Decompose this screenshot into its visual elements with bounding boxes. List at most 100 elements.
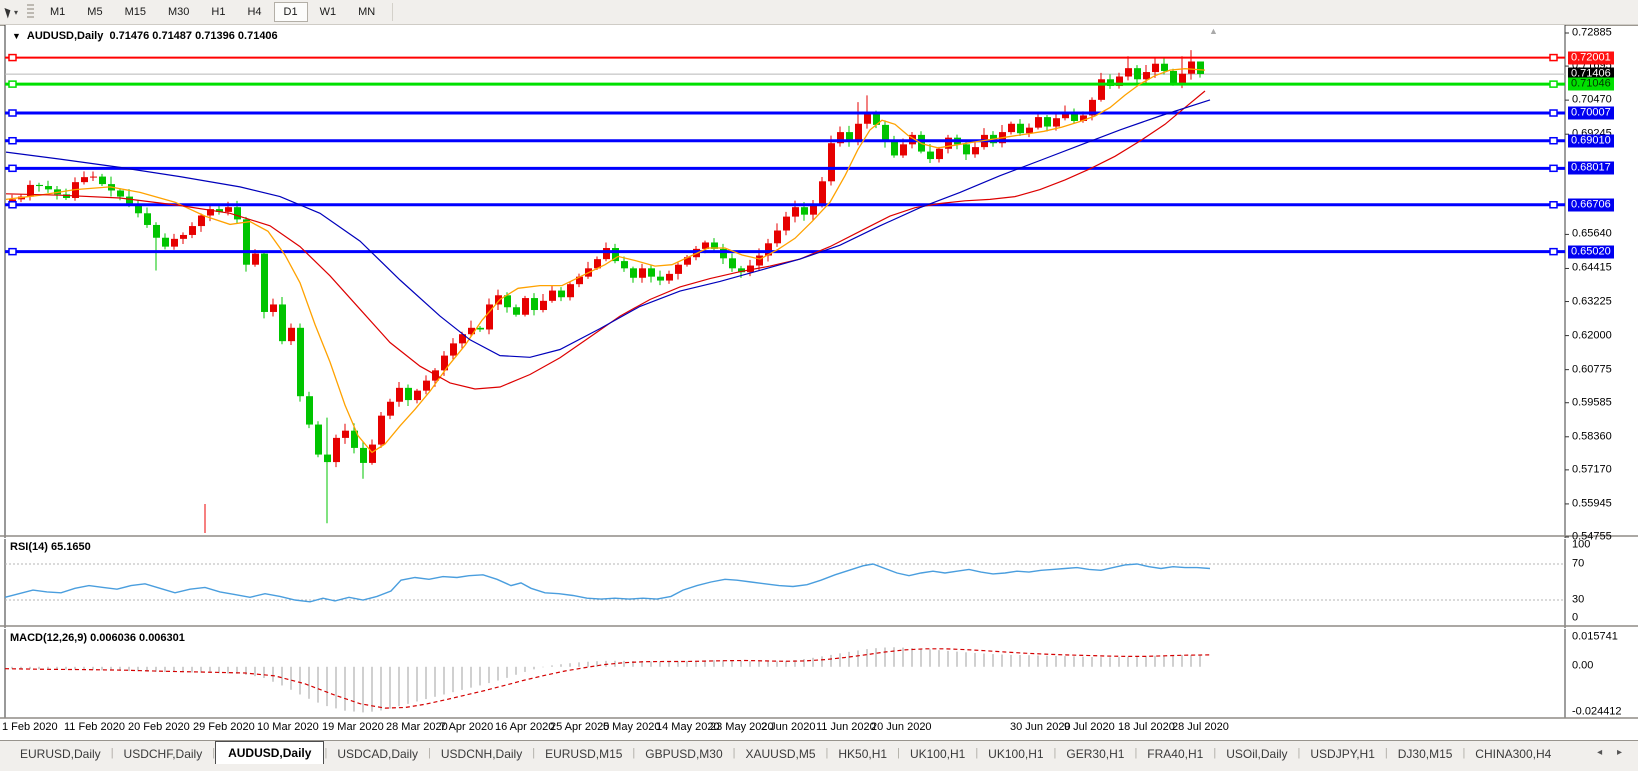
tab-ger30-h1[interactable]: GER30,H1 [1056, 743, 1134, 764]
tab-usdjpy-h1[interactable]: USDJPY,H1 [1300, 743, 1384, 764]
date-tick: 16 Apr 2020 [495, 721, 554, 733]
candle [162, 238, 169, 247]
date-tick: 10 Mar 2020 [257, 721, 319, 733]
price-tick-0.57170: 0.57170 [1572, 463, 1612, 476]
timeframe-button-M5[interactable]: M5 [77, 2, 112, 22]
tab-eurusd-daily[interactable]: EURUSD,Daily [10, 743, 111, 764]
candle [774, 231, 781, 244]
tab-scroll-arrows[interactable]: ◂ ▸ [1597, 747, 1628, 758]
tab-usdchf-daily[interactable]: USDCHF,Daily [114, 743, 213, 764]
candle [648, 268, 655, 276]
macd-indicator-label: MACD(12,26,9) 0.006036 0.006301 [10, 632, 185, 644]
date-tick: 29 Feb 2020 [193, 721, 255, 733]
tab-usdcnh-daily[interactable]: USDCNH,Daily [431, 743, 532, 764]
date-tick: 28 Mar 2020 [386, 721, 448, 733]
tab-xauusd-m5[interactable]: XAUUSD,M5 [736, 743, 826, 764]
date-tick: 30 Jun 2020 [1010, 721, 1071, 733]
candle [342, 431, 349, 438]
candle [198, 216, 205, 227]
candle [810, 205, 817, 214]
hline-handle[interactable] [1550, 81, 1557, 87]
indicator-tick-0.015741: 0.015741 [1572, 631, 1618, 644]
candle [621, 261, 628, 268]
hline-handle[interactable] [9, 138, 16, 144]
candle [801, 207, 808, 215]
candle [117, 190, 124, 196]
candle [360, 448, 367, 463]
timeframe-button-W1[interactable]: W1 [310, 2, 347, 22]
candle [369, 445, 376, 463]
tab-china300-h4[interactable]: CHINA300,H4 [1465, 743, 1561, 764]
hline-handle[interactable] [9, 165, 16, 171]
hline-handle[interactable] [9, 55, 16, 61]
chart-tab-bar: EURUSD,Daily|USDCHF,Daily|AUDUSD,Daily|U… [0, 740, 1638, 764]
hline-handle[interactable] [9, 249, 16, 255]
tab-usoil-daily[interactable]: USOil,Daily [1216, 743, 1297, 764]
timeframe-button-H4[interactable]: H4 [237, 2, 271, 22]
tab-hk50-h1[interactable]: HK50,H1 [828, 743, 897, 764]
tab-dj30-m15[interactable]: DJ30,M15 [1388, 743, 1463, 764]
candle [189, 226, 196, 235]
toolbar-separator [392, 3, 393, 21]
candle [288, 328, 295, 341]
hline-handle[interactable] [1550, 165, 1557, 171]
date-tick: 11 Feb 2020 [64, 721, 125, 733]
hline-handle[interactable] [1550, 110, 1557, 116]
candle [414, 391, 421, 400]
tab-uk100-h1[interactable]: UK100,H1 [978, 743, 1053, 764]
candle [819, 181, 826, 205]
hline-handle[interactable] [1550, 202, 1557, 208]
timeframe-button-M30[interactable]: M30 [158, 2, 199, 22]
candle [882, 125, 889, 142]
candle [1161, 64, 1168, 71]
timeframe-button-MN[interactable]: MN [348, 2, 385, 22]
timeframe-button-D1[interactable]: D1 [274, 2, 308, 22]
indicator-tick--0.024412: -0.024412 [1572, 706, 1622, 719]
tab-eurusd-m15[interactable]: EURUSD,M15 [535, 743, 632, 764]
price-tick-0.59585: 0.59585 [1572, 396, 1612, 409]
candle [261, 254, 268, 312]
date-tick: 11 Jun 2020 [816, 721, 876, 733]
candle [630, 268, 637, 277]
tab-usdcad-daily[interactable]: USDCAD,Daily [327, 743, 428, 764]
price-tick-0.65640: 0.65640 [1572, 228, 1612, 241]
date-tick: 20 Feb 2020 [128, 721, 190, 733]
candle [540, 301, 547, 310]
candle [1179, 74, 1186, 83]
hline-handle[interactable] [9, 81, 16, 87]
hline-handle[interactable] [1550, 249, 1557, 255]
candle [1197, 61, 1204, 74]
candle [1044, 117, 1051, 126]
hline-handle[interactable] [9, 202, 16, 208]
candle [423, 381, 430, 391]
timeframe-button-M15[interactable]: M15 [115, 2, 156, 22]
tab-audusd-daily[interactable]: AUDUSD,Daily [215, 741, 324, 764]
tab-uk100-h1[interactable]: UK100,H1 [900, 743, 975, 764]
candle [144, 213, 151, 225]
chart-cursor-tool-button[interactable]: ▾ [0, 2, 22, 22]
candle [1170, 71, 1177, 83]
hline-handle[interactable] [9, 110, 16, 116]
tab-fra40-h1[interactable]: FRA40,H1 [1137, 743, 1213, 764]
timeframe-button-group: M1M5M15M30H1H4D1W1MN [39, 2, 386, 22]
hline-handle[interactable] [1550, 55, 1557, 61]
timeframe-button-M1[interactable]: M1 [40, 2, 75, 22]
price-tag-0.65020: 0.65020 [1568, 245, 1614, 258]
hline-handle[interactable] [1550, 138, 1557, 144]
toolbar-grip [27, 4, 34, 20]
chart-canvas[interactable] [0, 25, 1638, 762]
candle [1008, 124, 1015, 132]
candle [297, 328, 304, 396]
tab-gbpusd-m30[interactable]: GBPUSD,M30 [635, 743, 732, 764]
price-tag-0.68017: 0.68017 [1568, 162, 1614, 175]
price-tag-0.69010: 0.69010 [1568, 134, 1614, 147]
candle [1098, 79, 1105, 100]
candle [171, 239, 178, 247]
chart-title: ▼AUDUSD,Daily 0.71476 0.71487 0.71396 0.… [12, 30, 278, 42]
candle [558, 291, 565, 298]
collapse-triangle-icon[interactable]: ▼ [12, 31, 21, 41]
date-axis: 1 Feb 202011 Feb 202020 Feb 202029 Feb 2… [0, 721, 1638, 737]
chart-shift-marker-icon[interactable]: ▲ [1209, 26, 1218, 36]
candle [522, 298, 529, 315]
timeframe-button-H1[interactable]: H1 [201, 2, 235, 22]
